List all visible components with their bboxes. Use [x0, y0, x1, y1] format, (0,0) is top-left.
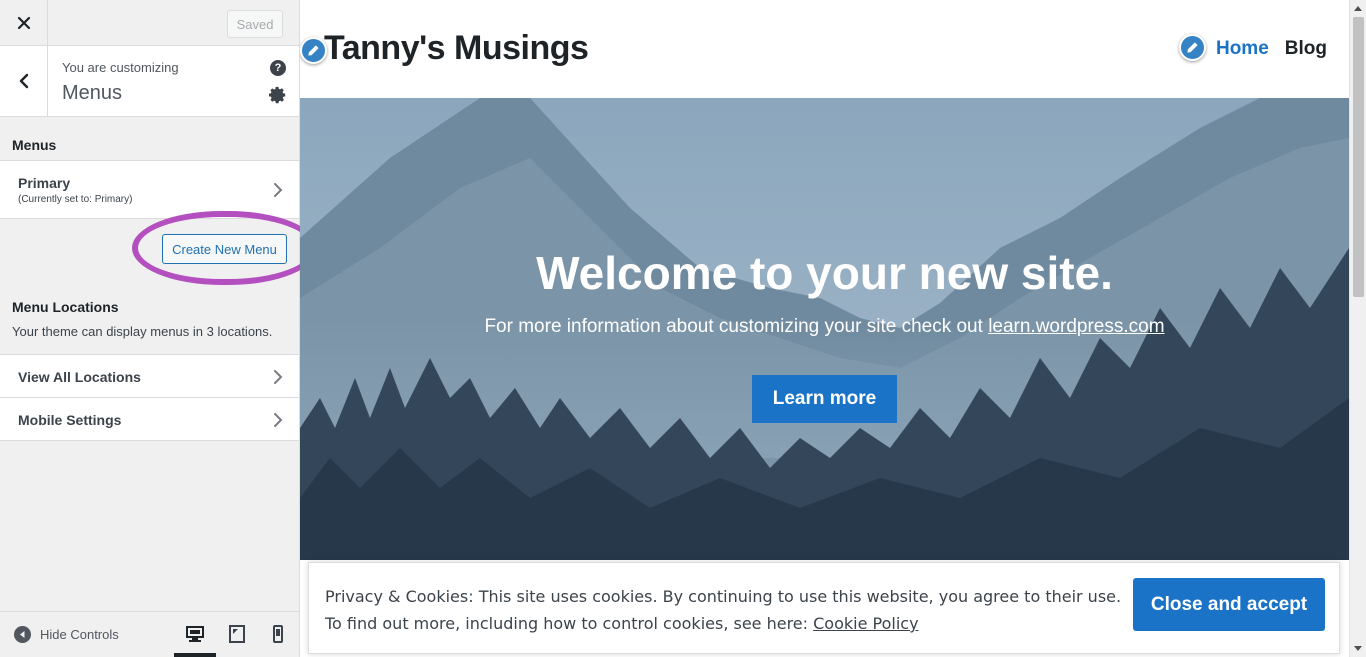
view-all-locations-label: View All Locations [18, 369, 141, 385]
chevron-right-icon [274, 183, 283, 197]
nav-link-home[interactable]: Home [1216, 38, 1269, 60]
site-preview: Tanny's Musings Home Blog Welcome to you… [300, 0, 1349, 657]
pencil-icon [1187, 42, 1198, 53]
close-icon [17, 16, 30, 30]
hero-subtitle-text: For more information about customizing y… [484, 316, 989, 337]
close-customizer-button[interactable] [0, 0, 48, 46]
primary-navigation: Home Blog [1216, 38, 1327, 60]
cookie-line-1: Privacy & Cookies: This site uses cookie… [325, 587, 1122, 606]
pencil-icon [308, 45, 319, 56]
menu-item-sublabel: (Currently set to: Primary) [18, 194, 133, 205]
hero-subtitle: For more information about customizing y… [300, 316, 1349, 338]
chevron-right-icon [274, 370, 283, 384]
menu-locations-title: Menu Locations [12, 299, 119, 315]
hide-controls-button[interactable]: Hide Controls [14, 626, 119, 643]
mobile-icon[interactable] [268, 624, 288, 644]
cookie-banner: Privacy & Cookies: This site uses cookie… [308, 562, 1340, 654]
scroll-up-icon[interactable] [1354, 6, 1362, 11]
chevron-right-icon [274, 413, 283, 427]
site-title[interactable]: Tanny's Musings [324, 29, 589, 68]
hero-cover: Welcome to your new site. For more infor… [300, 98, 1349, 560]
menu-locations-description: Your theme can display menus in 3 locati… [12, 324, 273, 339]
menu-item-label: Primary [18, 175, 71, 191]
learn-more-button[interactable]: Learn more [752, 375, 897, 423]
cookie-policy-link[interactable]: Cookie Policy [813, 614, 918, 633]
mobile-settings-label: Mobile Settings [18, 412, 122, 428]
customizing-title: Menus [62, 82, 123, 104]
customizing-label: You are customizing [62, 60, 179, 75]
tablet-icon[interactable] [227, 624, 247, 644]
help-icon[interactable]: ? [270, 60, 286, 76]
customizer-sidebar: Saved You are customizing Menus ? Menus … [0, 0, 318, 657]
scroll-down-icon[interactable] [1354, 646, 1362, 651]
mobile-settings-row[interactable]: Mobile Settings [0, 397, 299, 441]
hide-controls-label: Hide Controls [40, 627, 119, 642]
edit-menu-shortcut[interactable] [1179, 34, 1206, 61]
saved-button[interactable]: Saved [227, 10, 283, 38]
scrollbar-thumb[interactable] [1353, 17, 1364, 297]
edit-site-title-shortcut[interactable] [300, 37, 327, 64]
customizer-footer: Hide Controls [0, 611, 299, 657]
back-button[interactable] [0, 46, 48, 116]
collapse-arrow-icon [14, 626, 31, 643]
view-all-locations-row[interactable]: View All Locations [0, 354, 299, 398]
learn-wordpress-link[interactable]: learn.wordpress.com [988, 316, 1164, 337]
chevron-left-icon [19, 73, 28, 89]
gear-icon[interactable] [269, 86, 287, 104]
menus-section-title: Menus [12, 137, 57, 153]
section-header: You are customizing Menus ? [0, 46, 299, 117]
desktop-icon[interactable] [185, 624, 205, 644]
nav-link-blog[interactable]: Blog [1285, 38, 1327, 60]
cookie-text: Privacy & Cookies: This site uses cookie… [325, 583, 1121, 637]
vertical-scrollbar[interactable] [1349, 0, 1366, 657]
customizer-topbar: Saved [0, 0, 299, 46]
menu-item-primary[interactable]: Primary (Currently set to: Primary) [0, 160, 299, 219]
close-and-accept-button[interactable]: Close and accept [1133, 578, 1325, 631]
active-device-indicator [174, 653, 216, 657]
cookie-line-2-text: To find out more, including how to contr… [325, 614, 814, 633]
cookie-line-2: To find out more, including how to contr… [325, 610, 1121, 637]
hero-title: Welcome to your new site. [536, 247, 1113, 299]
create-new-menu-button[interactable]: Create New Menu [162, 234, 287, 264]
